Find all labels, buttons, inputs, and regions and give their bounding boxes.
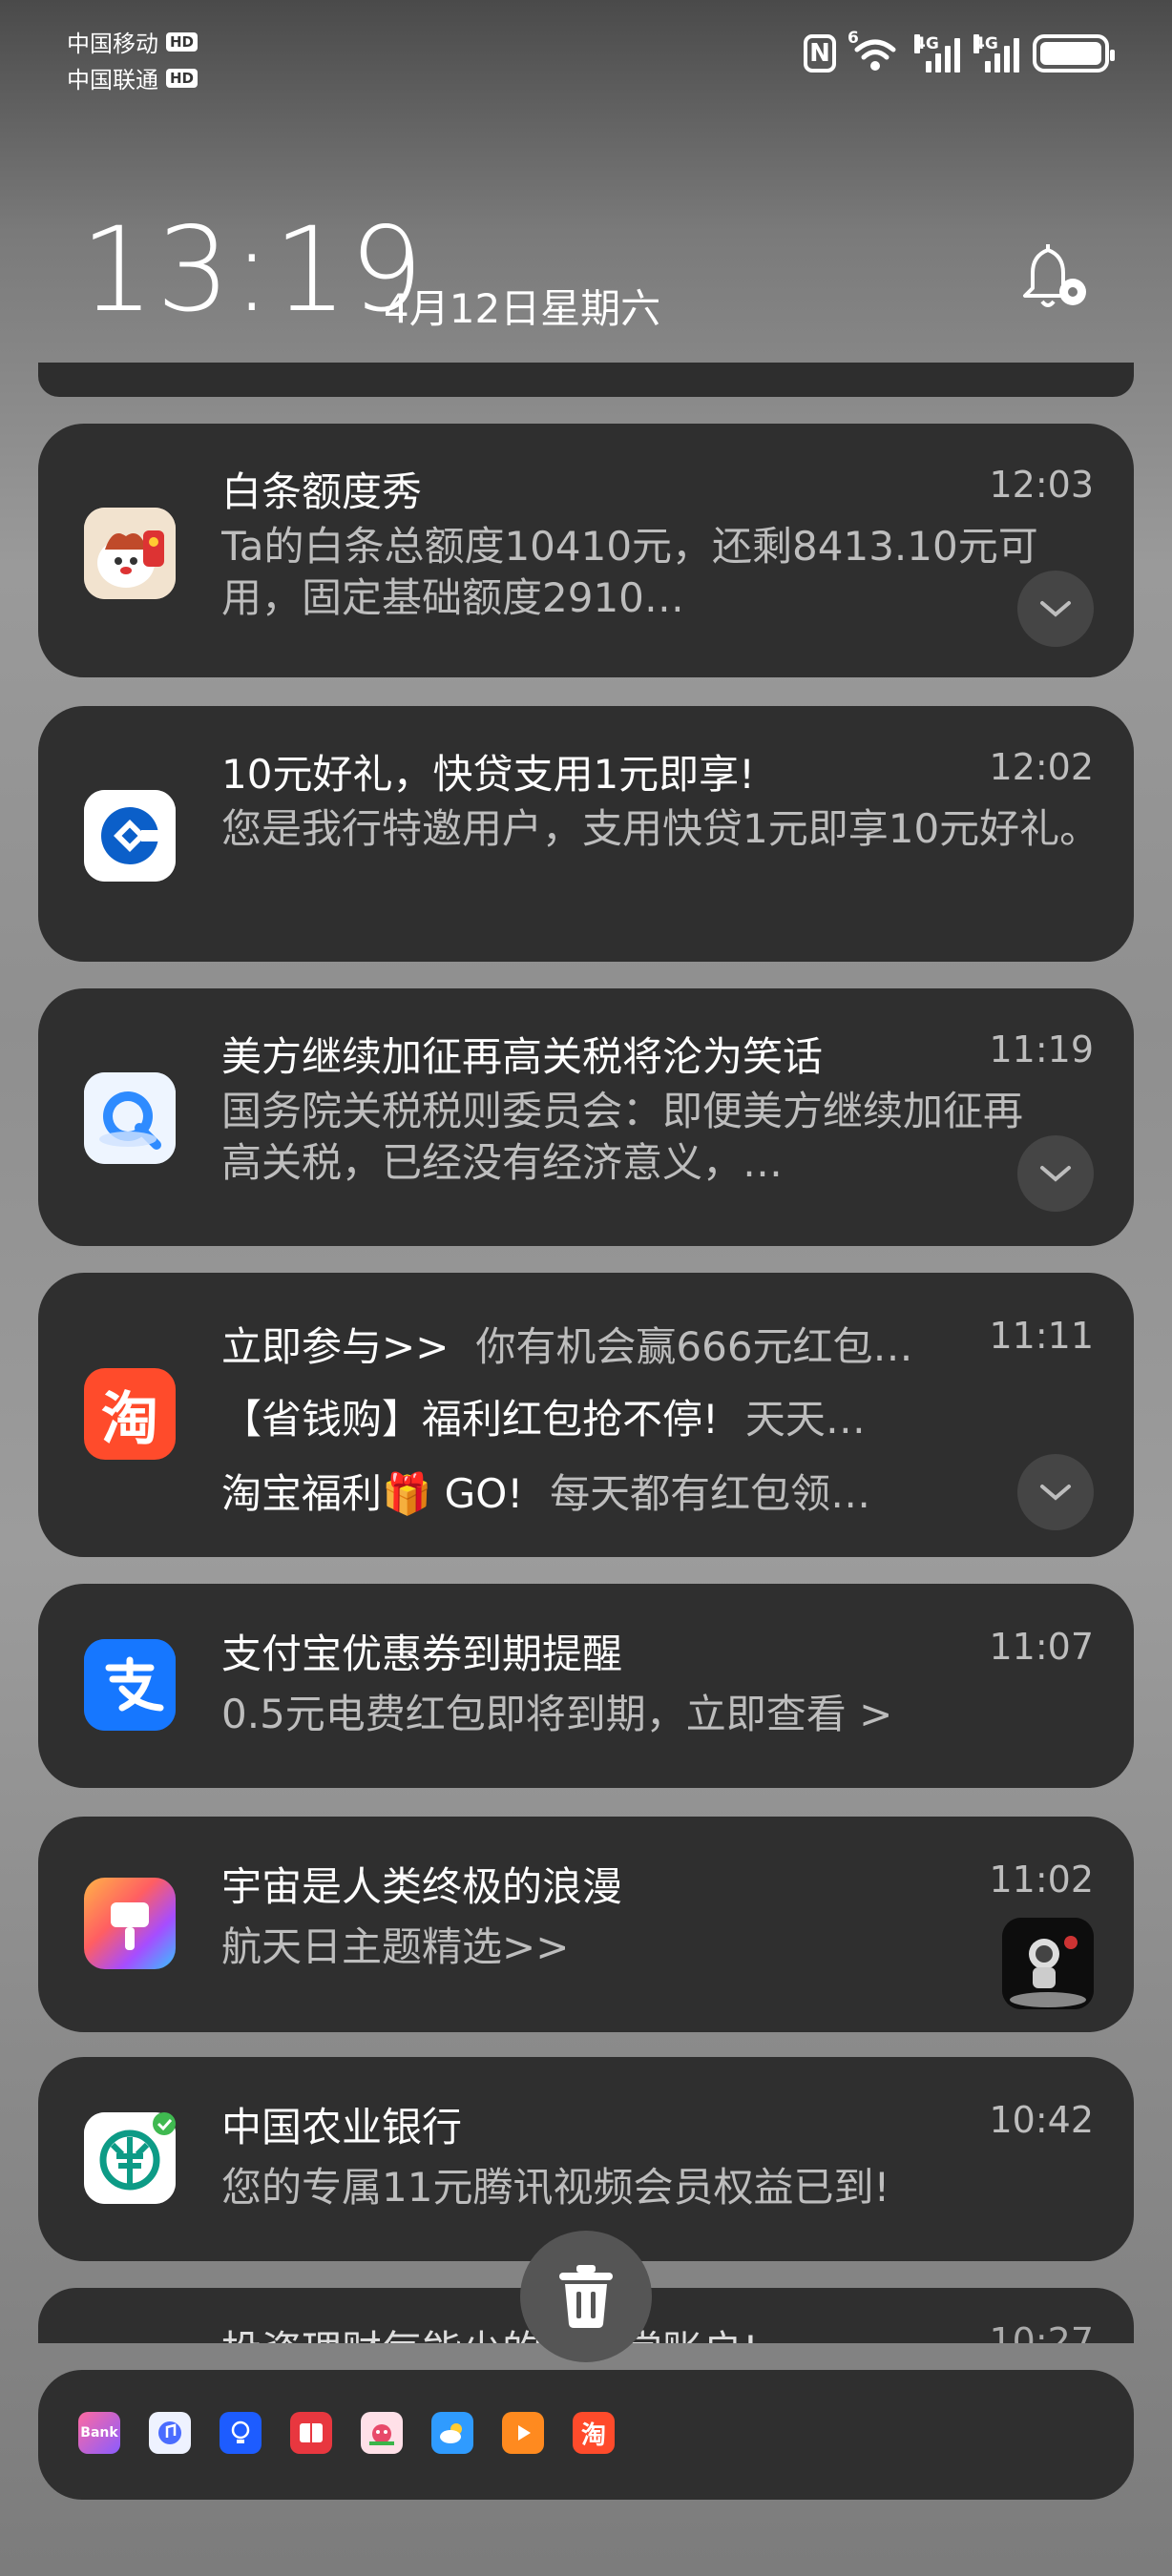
chevron-down-icon (1040, 601, 1071, 617)
notification-time: 12:02 (989, 746, 1094, 788)
notification-body: 0.5元电费红包即将到期，立即查看 > (221, 1691, 893, 1737)
grouped-line-sub: 你有机会赢666元红包… (475, 1323, 913, 1370)
signal-2-icon: 4G (973, 34, 1019, 73)
notification-title: 中国农业银行 (221, 2104, 463, 2150)
notification-card-jd[interactable]: 白条额度秀 12:03 Ta的白条总额度10410元，还剩8413.10元可用，… (38, 424, 1134, 677)
music-icon[interactable] (149, 2412, 191, 2454)
bank-icon[interactable]: Bank (78, 2412, 120, 2454)
notification-title: 宇宙是人类终极的浪漫 (221, 1863, 623, 1910)
notification-time: 11:07 (989, 1626, 1094, 1668)
nfc-icon: N (804, 34, 836, 73)
video-icon[interactable] (502, 2412, 544, 2454)
notification-body: 国务院关税税则委员会：即便美方继续加征再高关税，已经没有经济意义，… (221, 1088, 1024, 1186)
taobao-icon: 淘 (84, 1368, 176, 1460)
clear-all-button[interactable] (520, 2231, 652, 2362)
notification-title: 美方继续加征再高关税将沦为笑话 (221, 1033, 824, 1080)
expand-button[interactable] (1017, 571, 1094, 647)
grouped-line-sub: 每天都有红包领… (550, 1470, 871, 1517)
signal-1-icon: 4G (914, 34, 960, 73)
notification-stack-edge (38, 363, 1134, 397)
notification-time: 11:02 (989, 1859, 1094, 1901)
abc-bank-icon (84, 2112, 176, 2204)
clock: 13:19 (80, 202, 426, 338)
battery-icon (1033, 34, 1115, 73)
themes-icon (84, 1878, 176, 1969)
notification-title: 支付宝优惠券到期提醒 (221, 1631, 623, 1677)
tips-icon[interactable] (220, 2412, 262, 2454)
hd-badge: HD (166, 68, 199, 88)
notification-title: 10元好礼，快贷支用1元即享! (221, 751, 756, 798)
wifi-icon: 6 (848, 29, 901, 73)
carrier-2-label: 中国联通 (67, 67, 158, 93)
system-icons: N 6 4G 4G (804, 29, 1115, 73)
notification-body: 您的专属11元腾讯视频会员权益已到! (221, 2164, 890, 2211)
app-shortcut-dock: Bank 淘 (38, 2370, 1134, 2500)
hd-badge: HD (166, 31, 199, 52)
grouped-line-3: 淘宝福利🎁 GO! 每天都有红包领… (221, 1462, 870, 1520)
astronaut-thumbnail (1002, 1918, 1094, 2009)
carrier-2: 中国联通 HD (67, 61, 199, 94)
wifi-version-label: 6 (848, 29, 859, 48)
notification-time: 10:27 (989, 2320, 1094, 2343)
ccb-bank-icon (84, 790, 176, 882)
expand-button[interactable] (1017, 1454, 1094, 1530)
taobao-icon-glyph: 淘 (101, 1385, 158, 1453)
grouped-line-sub: 天天… (744, 1396, 866, 1443)
notification-time: 12:03 (989, 464, 1094, 506)
date: 4月12日星期六 (384, 285, 661, 332)
notification-card-alipay[interactable]: 支付宝优惠券到期提醒 11:07 0.5元电费红包即将到期，立即查看 > (38, 1584, 1134, 1788)
expand-button[interactable] (1017, 1135, 1094, 1212)
grouped-line-1: 立即参与>> 你有机会赢666元红包… (221, 1315, 913, 1373)
books-icon[interactable] (290, 2412, 332, 2454)
notification-title: 白条额度秀 (221, 468, 423, 515)
grouped-line-main: 【省钱购】福利红包抢不停! (221, 1396, 719, 1443)
chevron-down-icon (1040, 1485, 1071, 1501)
notification-card-themes[interactable]: 宇宙是人类终极的浪漫 11:02 航天日主题精选>> (38, 1817, 1134, 2032)
grouped-line-main: 立即参与>> (221, 1323, 450, 1370)
notification-card-news[interactable]: 美方继续加征再高关税将沦为笑话 11:19 国务院关税税则委员会：即便美方继续加… (38, 988, 1134, 1246)
taobao-icon[interactable]: 淘 (573, 2412, 615, 2454)
alipay-icon (84, 1639, 176, 1731)
notification-settings-icon[interactable] (1017, 239, 1094, 315)
network-1-label: 4G (914, 34, 939, 53)
jd-finance-icon (84, 508, 176, 599)
notification-body: Ta的白条总额度10410元，还剩8413.10元可用，固定基础额度2910… (221, 523, 1038, 621)
notification-card-ccb[interactable]: 10元好礼，快贷支用1元即享! 12:02 您是我行特邀用户，支用快贷1元即享1… (38, 706, 1134, 962)
notification-card-taobao-group[interactable]: 淘 立即参与>> 你有机会赢666元红包… 11:11 【省钱购】福利红包抢不停!… (38, 1273, 1134, 1557)
notification-time: 11:19 (989, 1028, 1094, 1070)
chevron-down-icon (1040, 1166, 1071, 1182)
notification-title: 投资理财每能少的下还常账户! (221, 2318, 759, 2343)
carrier-1-label: 中国移动 (67, 31, 158, 57)
grouped-line-main: 淘宝福利🎁 GO! (221, 1470, 524, 1517)
status-bar: 中国移动 HD 中国联通 HD N 6 4G 4G (0, 0, 1172, 105)
weather-icon[interactable] (431, 2412, 473, 2454)
notification-body: 航天日主题精选>> (221, 1923, 570, 1970)
carrier-1: 中国移动 HD (67, 25, 199, 58)
notification-time: 10:42 (989, 2099, 1094, 2141)
trash-icon (559, 2265, 613, 2328)
notification-time: 11:11 (989, 1315, 1094, 1357)
browser-icon (84, 1072, 176, 1164)
network-2-label: 4G (973, 34, 998, 53)
notification-body: 您是我行特邀用户，支用快贷1元即享10元好礼。 (221, 805, 1100, 852)
game-icon[interactable] (361, 2412, 403, 2454)
grouped-line-2: 【省钱购】福利红包抢不停! 天天… (221, 1387, 866, 1445)
